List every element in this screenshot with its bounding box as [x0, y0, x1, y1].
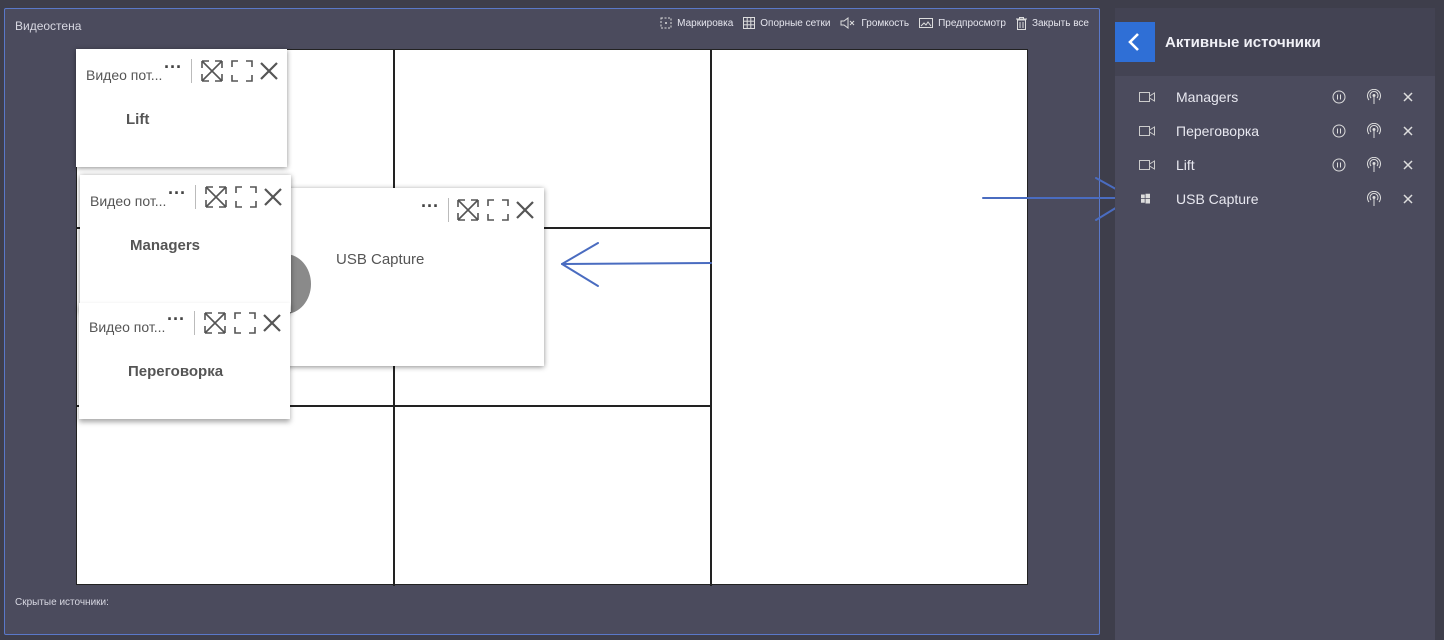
more-options-icon[interactable]: ··· — [168, 183, 186, 204]
chevron-left-icon — [1128, 33, 1139, 51]
volume-button[interactable]: Громкость — [840, 15, 909, 31]
close-icon[interactable] — [513, 198, 537, 222]
active-sources-panel: Активные источники Managers Переговорка … — [1115, 8, 1435, 640]
source-name: USB Capture — [1176, 191, 1259, 207]
wall-title: Видеостена — [15, 19, 82, 33]
divider — [195, 185, 196, 209]
broadcast-icon[interactable] — [1366, 157, 1382, 173]
grids-label: Опорные сетки — [760, 17, 831, 29]
fit-icon[interactable] — [456, 198, 480, 222]
volume-label: Громкость — [861, 17, 910, 29]
marking-icon — [660, 17, 672, 29]
grid-icon — [743, 17, 756, 29]
active-sources-header: Активные источники — [1115, 8, 1435, 76]
close-icon[interactable] — [1401, 90, 1415, 104]
close-icon[interactable] — [1401, 124, 1415, 138]
source-row-lift[interactable]: Lift — [1115, 148, 1435, 182]
more-options-icon[interactable]: ··· — [421, 196, 439, 217]
fullscreen-icon[interactable] — [230, 59, 254, 83]
marking-button[interactable]: Маркировка — [660, 15, 733, 31]
source-window-lift[interactable]: Видео пот... ··· Lift — [76, 49, 287, 167]
grid-line — [710, 50, 712, 586]
divider — [448, 198, 449, 222]
window-source-name: Lift — [126, 111, 150, 128]
preview-button[interactable]: Предпросмотр — [919, 15, 1006, 31]
fit-icon[interactable] — [200, 59, 224, 83]
camera-icon — [1139, 126, 1155, 136]
pause-icon[interactable] — [1332, 90, 1346, 104]
fit-icon[interactable] — [204, 185, 228, 209]
source-name: Lift — [1176, 157, 1195, 173]
back-button[interactable] — [1115, 22, 1155, 62]
close-all-label: Закрыть все — [1031, 17, 1089, 29]
fullscreen-icon[interactable] — [233, 311, 257, 335]
hidden-sources-label: Скрытые источники: — [15, 597, 109, 608]
broadcast-icon[interactable] — [1366, 191, 1382, 207]
grids-button[interactable]: Опорные сетки — [743, 15, 830, 31]
close-icon[interactable] — [261, 185, 285, 209]
broadcast-icon[interactable] — [1366, 123, 1382, 139]
close-all-button[interactable]: Закрыть все — [1015, 15, 1089, 31]
close-icon[interactable] — [1401, 158, 1415, 172]
divider — [194, 311, 195, 335]
mute-icon — [840, 17, 855, 29]
source-row-managers[interactable]: Managers — [1115, 80, 1435, 114]
windows-icon — [1141, 193, 1150, 204]
broadcast-icon[interactable] — [1366, 89, 1382, 105]
divider — [191, 59, 192, 83]
source-row-usb-capture[interactable]: USB Capture — [1115, 182, 1435, 216]
window-source-name: Managers — [130, 237, 201, 254]
wall-toolbar: Маркировка Опорные сетки Громкость Предп… — [660, 15, 1089, 31]
pause-icon[interactable] — [1332, 124, 1346, 138]
trash-icon — [1015, 16, 1027, 30]
source-name: Managers — [1176, 89, 1239, 105]
source-window-managers[interactable]: Видео пот... ··· Managers — [80, 175, 291, 312]
window-source-name: Переговорка — [128, 363, 224, 380]
source-name: Переговорка — [1176, 123, 1260, 139]
fullscreen-icon[interactable] — [234, 185, 258, 209]
fullscreen-icon[interactable] — [486, 198, 510, 222]
preview-label: Предпросмотр — [938, 17, 1006, 29]
close-icon[interactable] — [260, 311, 284, 335]
window-source-name: USB Capture — [336, 251, 425, 268]
more-options-icon[interactable]: ··· — [167, 309, 185, 330]
window-source-type: Видео пот... — [86, 67, 163, 83]
fit-icon[interactable] — [203, 311, 227, 335]
pause-icon[interactable] — [1332, 158, 1346, 172]
camera-icon — [1139, 160, 1155, 170]
marking-label: Маркировка — [677, 17, 734, 29]
source-window-negotiation[interactable]: Видео пот... ··· Переговорка — [79, 303, 290, 419]
window-source-type: Видео пот... — [89, 319, 166, 335]
close-icon[interactable] — [257, 59, 281, 83]
window-source-type: Видео пот... — [90, 193, 167, 209]
source-row-negotiation[interactable]: Переговорка — [1115, 114, 1435, 148]
more-options-icon[interactable]: ··· — [164, 57, 182, 78]
camera-icon — [1139, 92, 1155, 102]
active-sources-title: Активные источники — [1165, 34, 1321, 51]
close-icon[interactable] — [1401, 192, 1415, 206]
image-icon — [919, 18, 934, 28]
